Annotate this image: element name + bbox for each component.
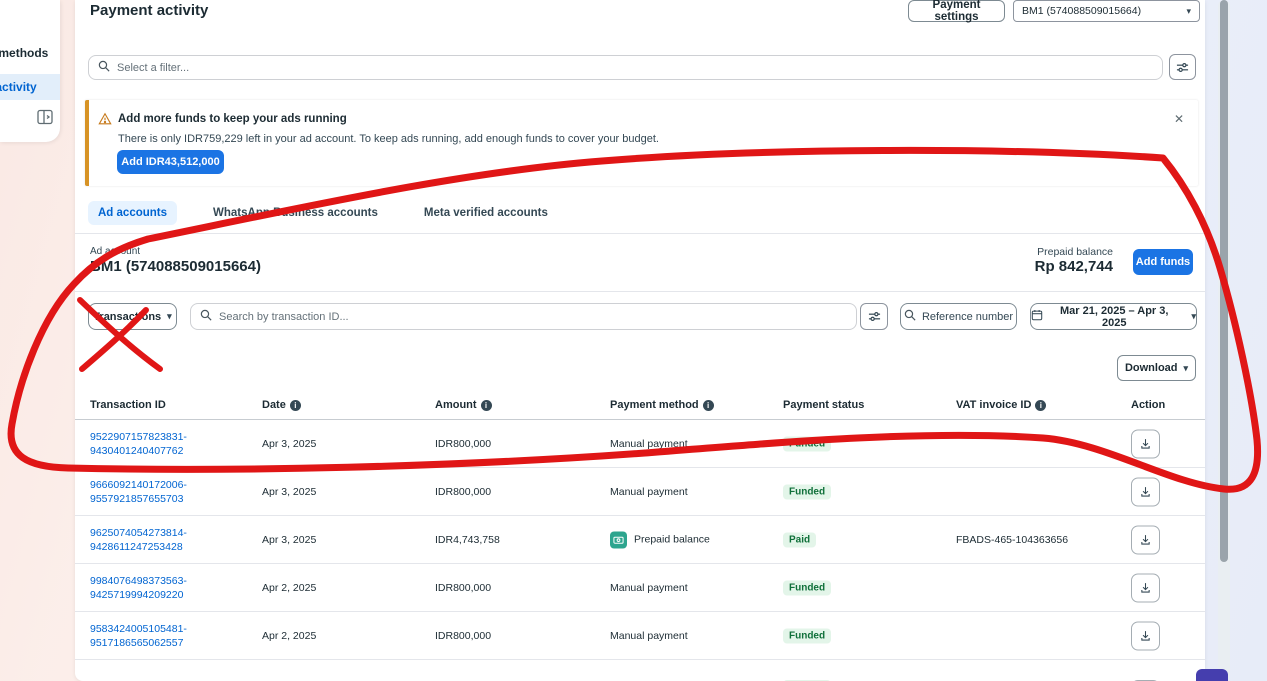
date-cell: Apr 3, 2025 xyxy=(262,534,316,546)
date-cell: Apr 2, 2025 xyxy=(262,630,316,642)
chat-widget[interactable] xyxy=(1196,669,1228,681)
table-row: 9625074054273814-9428611247253428 Apr 3,… xyxy=(75,516,1205,564)
sidebar-item-payment-activity[interactable]: Payment activity xyxy=(0,74,60,100)
close-icon[interactable]: ✕ xyxy=(1174,112,1184,126)
table-row: 9583424005105481-9517186565062557 Apr 2,… xyxy=(75,612,1205,660)
add-funds-banner: Add more funds to keep your ads running … xyxy=(85,100,1198,186)
date-range-picker[interactable]: Mar 21, 2025 – Apr 3, 2025 xyxy=(1030,303,1197,330)
business-account-selector-value: BM1 (574088509015664) xyxy=(1022,5,1141,17)
amount-cell: IDR800,000 xyxy=(435,582,491,594)
add-funds-cta-button[interactable]: Add IDR43,512,000 xyxy=(117,150,224,174)
download-invoice-button[interactable] xyxy=(1131,621,1160,650)
reference-number-label: Reference number xyxy=(922,311,1013,323)
payment-method-cell: Manual payment xyxy=(610,582,688,594)
divider xyxy=(75,233,1205,234)
status-badge: Funded xyxy=(783,436,831,451)
download-invoice-button[interactable] xyxy=(1131,477,1160,506)
date-cell: Apr 2, 2025 xyxy=(262,582,316,594)
calendar-icon xyxy=(1031,309,1043,324)
transactions-type-selector[interactable]: Transactions xyxy=(88,303,177,330)
banner-body: There is only IDR759,229 left in your ad… xyxy=(118,133,659,145)
date-cell: Apr 3, 2025 xyxy=(262,486,316,498)
date-range-label: Mar 21, 2025 – Apr 3, 2025 xyxy=(1049,305,1179,329)
payment-method-cell: Prepaid balance xyxy=(610,531,710,548)
download-invoice-button[interactable] xyxy=(1131,525,1160,554)
sidebar-item-payment-methods[interactable]: Payment methods xyxy=(0,40,60,66)
table-row: 9522907157823831-9430401240407762 Apr 3,… xyxy=(75,420,1205,468)
column-date: Date xyxy=(262,399,301,411)
column-amount: Amount xyxy=(435,399,492,411)
table-row: 9666092140172006-9557921857655703 Apr 3,… xyxy=(75,468,1205,516)
transaction-id-link[interactable]: 9583424005105481-9517186565062557 xyxy=(90,621,187,649)
advanced-filter-button[interactable] xyxy=(1169,54,1196,80)
filter-search-box xyxy=(88,55,1163,80)
status-badge: Funded xyxy=(783,580,831,595)
transaction-id-link[interactable]: 9625074054273814-9428611247253428 xyxy=(90,525,187,553)
ad-account-name: BM1 (574088509015664) xyxy=(90,258,261,275)
info-icon[interactable] xyxy=(290,400,301,411)
payment-settings-button[interactable]: Payment settings xyxy=(908,0,1005,22)
payment-method-cell: Manual payment xyxy=(610,486,688,498)
amount-cell: IDR800,000 xyxy=(435,486,491,498)
info-icon[interactable] xyxy=(481,400,492,411)
divider xyxy=(75,291,1205,292)
prepaid-balance-icon xyxy=(610,531,627,548)
scrollbar-thumb[interactable] xyxy=(1220,0,1228,562)
column-vat-invoice-id: VAT invoice ID xyxy=(956,399,1046,411)
date-cell: Apr 3, 2025 xyxy=(262,438,316,450)
status-badge: Funded xyxy=(783,484,831,499)
status-badge: Funded xyxy=(783,628,831,643)
table-header: Transaction ID Date Amount Payment metho… xyxy=(75,394,1205,420)
prepaid-balance-label: Prepaid balance xyxy=(1037,246,1113,258)
vat-invoice-cell: FBADS-465-104363656 xyxy=(956,534,1068,546)
column-action: Action xyxy=(1131,399,1165,411)
sidebar-item-label: Payment activity xyxy=(0,74,37,100)
advanced-filter-button[interactable] xyxy=(860,303,888,330)
table-row: 9984076498373563-9425719994209220 Apr 2,… xyxy=(75,564,1205,612)
info-icon[interactable] xyxy=(703,400,714,411)
transactions-type-label: Transactions xyxy=(93,311,161,323)
column-transaction-id: Transaction ID xyxy=(90,399,166,411)
transaction-id-link[interactable]: 9984076498373563-9425719994209220 xyxy=(90,573,187,601)
banner-title: Add more funds to keep your ads running xyxy=(118,113,347,125)
tab-meta-verified-accounts[interactable]: Meta verified accounts xyxy=(414,201,558,225)
search-icon xyxy=(200,308,212,326)
main-panel: Payment activity Payment settings BM1 (5… xyxy=(75,0,1205,681)
amount-cell: IDR4,743,758 xyxy=(435,534,500,546)
transaction-id-link[interactable]: 9522907157823831-9430401240407762 xyxy=(90,429,187,457)
payment-method-cell: Manual payment xyxy=(610,630,688,642)
status-badge: Paid xyxy=(783,532,816,547)
search-icon xyxy=(904,309,916,324)
column-payment-status: Payment status xyxy=(783,399,864,411)
prepaid-balance-value: Rp 842,744 xyxy=(1035,258,1113,275)
ad-account-label: Ad account xyxy=(90,246,140,257)
column-payment-method: Payment method xyxy=(610,399,714,411)
amount-cell: IDR800,000 xyxy=(435,630,491,642)
download-invoice-button[interactable] xyxy=(1131,429,1160,458)
account-type-tabs: Ad accounts WhatsApp Business accounts M… xyxy=(88,201,558,225)
transaction-search-input[interactable] xyxy=(219,311,847,323)
info-icon[interactable] xyxy=(1035,400,1046,411)
page-title: Payment activity xyxy=(90,2,208,19)
transaction-search-box xyxy=(190,303,857,330)
payment-method-cell: Manual payment xyxy=(610,438,688,450)
search-icon xyxy=(98,59,110,77)
amount-cell: IDR800,000 xyxy=(435,438,491,450)
reference-number-button[interactable]: Reference number xyxy=(900,303,1017,330)
business-account-selector[interactable]: BM1 (574088509015664) xyxy=(1013,0,1200,22)
tab-ad-accounts[interactable]: Ad accounts xyxy=(88,201,177,225)
add-funds-button[interactable]: Add funds xyxy=(1133,249,1193,275)
tab-whatsapp-business-accounts[interactable]: WhatsApp Business accounts xyxy=(203,201,388,225)
sidebar-item-label: Payment methods xyxy=(0,40,48,66)
download-label: Download xyxy=(1125,362,1178,374)
sidebar-collapse-icon[interactable] xyxy=(36,108,54,126)
transaction-id-link[interactable]: 9666092140172006-9557921857655703 xyxy=(90,477,187,505)
download-button[interactable]: Download xyxy=(1117,355,1196,381)
table-row: 9651774734937075- Apr 2, 2025 IDR800,000… xyxy=(75,660,1205,681)
download-invoice-button[interactable] xyxy=(1131,573,1160,602)
filter-search-input[interactable] xyxy=(117,62,1153,74)
left-sidebar: Payment methods Payment activity xyxy=(0,0,60,142)
warning-icon xyxy=(98,112,112,126)
